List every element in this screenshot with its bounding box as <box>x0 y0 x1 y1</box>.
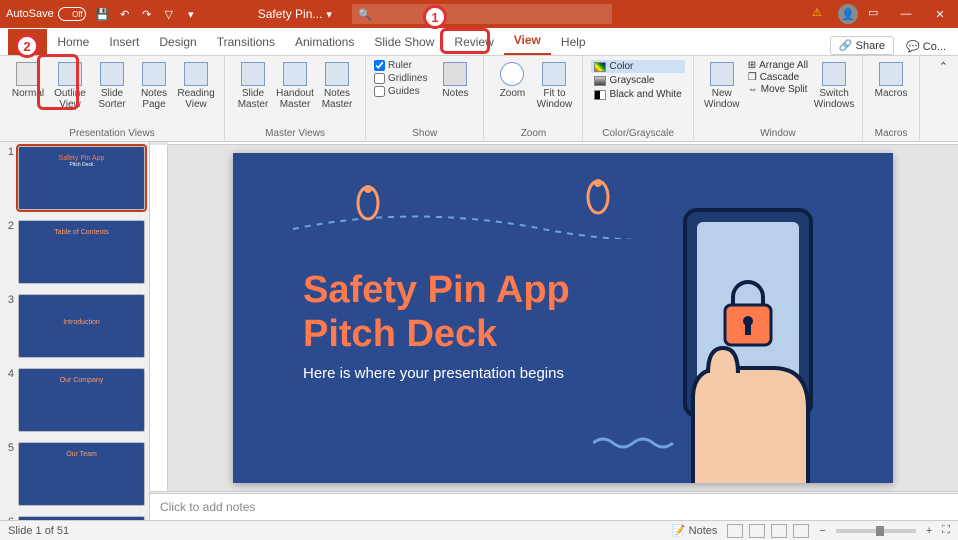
notes-master-button[interactable]: Notes Master <box>317 60 357 112</box>
slide-thumbnail-3[interactable]: Introduction <box>18 294 145 358</box>
tab-home[interactable]: Home <box>47 29 99 55</box>
slide-thumbnail-6[interactable] <box>18 516 145 520</box>
zoom-button[interactable]: Zoom <box>492 60 532 101</box>
warning-icon[interactable]: ⚠ <box>812 6 828 22</box>
group-zoom: Zoom Fit to Window Zoom <box>484 56 583 141</box>
share-button[interactable]: 🔗 Share <box>830 36 894 55</box>
group-master-views: Slide Master Handout Master Notes Master… <box>225 56 366 141</box>
arrange-all-button[interactable]: ⊞Arrange All <box>748 60 808 71</box>
save-icon[interactable]: 💾 <box>96 7 110 21</box>
slide-title[interactable]: Safety Pin AppPitch Deck <box>303 268 570 356</box>
move-split-button[interactable]: ⇔Move Split <box>748 84 808 95</box>
tab-view[interactable]: View <box>504 27 551 55</box>
workspace: 1Safety Pin AppPitch Deck 2Table of Cont… <box>0 142 958 520</box>
group-color-grayscale: Color Grayscale Black and White Color/Gr… <box>583 56 693 141</box>
autosave-state: Off <box>58 7 86 21</box>
tab-slide-show[interactable]: Slide Show <box>364 29 444 55</box>
bw-option[interactable]: Black and White <box>591 88 684 101</box>
slide-thumbnail-2[interactable]: Table of Contents <box>18 220 145 284</box>
normal-view-button[interactable]: Normal <box>8 60 48 101</box>
ribbon-tabs: File Home Insert Design Transitions Anim… <box>0 28 958 56</box>
tab-design[interactable]: Design <box>149 29 206 55</box>
grayscale-option[interactable]: Grayscale <box>591 74 684 87</box>
ruler-checkbox[interactable]: Ruler <box>374 60 427 71</box>
normal-view-status-icon[interactable] <box>727 524 743 538</box>
close-button[interactable]: ✕ <box>928 8 952 21</box>
zoom-in-button[interactable]: + <box>926 525 932 537</box>
undo-icon[interactable]: ↶ <box>118 7 132 21</box>
slide-thumbnail-4[interactable]: Our Company <box>18 368 145 432</box>
new-window-button[interactable]: New Window <box>702 60 742 112</box>
reading-view-status-icon[interactable] <box>771 524 787 538</box>
comments-button[interactable]: 💬 Co... <box>898 38 954 55</box>
slide-subtitle[interactable]: Here is where your presentation begins <box>303 365 564 382</box>
slide-master-button[interactable]: Slide Master <box>233 60 273 112</box>
qat-dropdown-icon[interactable]: ▾ <box>184 7 198 21</box>
start-from-beginning-icon[interactable]: ▽ <box>162 7 176 21</box>
title-dropdown-icon[interactable]: ▾ <box>326 8 332 21</box>
fit-to-window-status-icon[interactable]: ⛶ <box>942 524 950 537</box>
quick-access-toolbar: 💾 ↶ ↷ ▽ ▾ <box>96 7 198 21</box>
tab-transitions[interactable]: Transitions <box>207 29 285 55</box>
group-show: Ruler Gridlines Guides Notes Show <box>366 56 484 141</box>
phone-hand-illustration <box>653 208 853 483</box>
fit-to-window-button[interactable]: Fit to Window <box>534 60 574 112</box>
slide-thumbnails-pane[interactable]: 1Safety Pin AppPitch Deck 2Table of Cont… <box>0 142 150 520</box>
vertical-ruler[interactable] <box>150 145 168 491</box>
gridlines-checkbox[interactable]: Gridlines <box>374 73 427 84</box>
tab-file[interactable]: File <box>8 29 47 55</box>
ribbon-display-icon[interactable]: ▭ <box>868 6 884 22</box>
title-bar: AutoSave Off 💾 ↶ ↷ ▽ ▾ Safety Pin... ▾ 🔍… <box>0 0 958 28</box>
slide-canvas[interactable]: Safety Pin AppPitch Deck Here is where y… <box>233 153 893 483</box>
color-option[interactable]: Color <box>591 60 684 73</box>
autosave-label: AutoSave <box>6 8 54 20</box>
tab-help[interactable]: Help <box>551 29 596 55</box>
macros-button[interactable]: Macros <box>871 60 911 101</box>
hand-icon <box>653 328 833 483</box>
slide-editor: Safety Pin AppPitch Deck Here is where y… <box>150 142 958 520</box>
group-macros: Macros Macros <box>863 56 920 141</box>
group-window: New Window ⊞Arrange All ❐Cascade ⇔Move S… <box>694 56 863 141</box>
status-bar: Slide 1 of 51 📝 Notes − + ⛶ <box>0 520 958 540</box>
search-box[interactable]: 🔍 <box>352 4 612 24</box>
guides-checkbox[interactable]: Guides <box>374 86 427 97</box>
handout-master-button[interactable]: Handout Master <box>275 60 315 112</box>
status-notes-button[interactable]: 📝 Notes <box>672 524 718 537</box>
notes-pane[interactable]: Click to add notes <box>150 493 958 520</box>
slide-thumbnail-1[interactable]: Safety Pin AppPitch Deck <box>18 146 145 210</box>
outline-view-button[interactable]: Outline View <box>50 60 90 112</box>
tab-insert[interactable]: Insert <box>99 29 149 55</box>
document-title: Safety Pin... <box>258 7 323 21</box>
cascade-button[interactable]: ❐Cascade <box>748 72 808 83</box>
notes-page-button[interactable]: Notes Page <box>134 60 174 112</box>
redo-icon[interactable]: ↷ <box>140 7 154 21</box>
zoom-slider[interactable] <box>836 529 916 533</box>
slide-canvas-area[interactable]: Safety Pin AppPitch Deck Here is where y… <box>168 145 958 491</box>
slide-thumbnail-5[interactable]: Our Team <box>18 442 145 506</box>
minimize-button[interactable]: — <box>894 8 918 20</box>
switch-windows-button[interactable]: Switch Windows <box>814 60 854 112</box>
reading-view-button[interactable]: Reading View <box>176 60 216 112</box>
safety-pin-left-icon <box>353 183 383 223</box>
user-avatar[interactable]: 👤 <box>838 4 858 24</box>
tab-animations[interactable]: Animations <box>285 29 364 55</box>
safety-pin-right-icon <box>583 177 613 217</box>
collapse-ribbon-button[interactable]: ⌃ <box>929 56 958 77</box>
notes-button[interactable]: Notes <box>435 60 475 101</box>
autosave-toggle[interactable]: AutoSave Off <box>6 7 86 21</box>
search-icon: 🔍 <box>358 8 372 21</box>
slideshow-view-status-icon[interactable] <box>793 524 809 538</box>
tab-review[interactable]: Review <box>444 29 503 55</box>
slide-sorter-button[interactable]: Slide Sorter <box>92 60 132 112</box>
zoom-out-button[interactable]: − <box>819 525 825 537</box>
ribbon: Normal Outline View Slide Sorter Notes P… <box>0 56 958 142</box>
sorter-view-status-icon[interactable] <box>749 524 765 538</box>
group-presentation-views: Normal Outline View Slide Sorter Notes P… <box>0 56 225 141</box>
slide-count[interactable]: Slide 1 of 51 <box>8 525 69 537</box>
